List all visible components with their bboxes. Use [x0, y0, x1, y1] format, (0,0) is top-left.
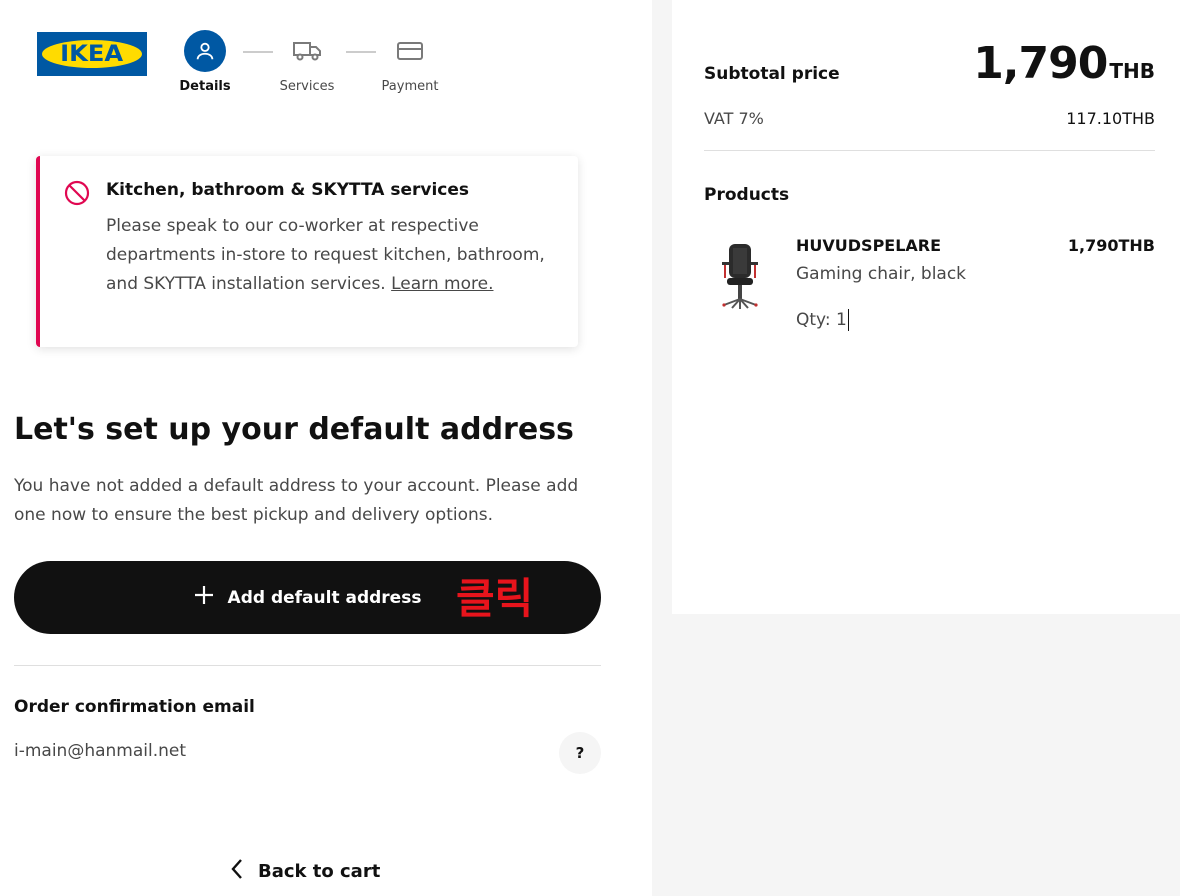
help-button[interactable]: ? [559, 732, 601, 774]
plus-icon [194, 585, 214, 610]
click-annotation: 클릭 [456, 574, 534, 623]
person-icon [184, 30, 226, 72]
add-address-label: Add default address [227, 587, 422, 608]
products-label: Products [704, 185, 790, 205]
vat-label: VAT 7% [704, 109, 764, 128]
step-details[interactable]: Details [165, 30, 245, 94]
subtotal-value: 1,790 [973, 38, 1108, 89]
notice-title: Kitchen, bathroom & SKYTTA services [106, 180, 470, 200]
ikea-logo[interactable]: IKEA [37, 32, 147, 76]
step-label-payment: Payment [381, 79, 439, 94]
product-name: HUVUDSPELARE [796, 236, 942, 255]
checkout-main-panel [0, 0, 652, 896]
product-description: Gaming chair, black [796, 264, 967, 284]
email-value: i-main@hanmail.net [14, 741, 187, 761]
learn-more-link[interactable]: Learn more. [391, 274, 493, 294]
step-label-details: Details [179, 79, 231, 94]
back-label: Back to cart [258, 861, 381, 882]
step-services[interactable]: Services [267, 30, 347, 94]
page-title: Let's set up your default address [14, 412, 574, 447]
text-caret [847, 309, 849, 331]
email-label: Order confirmation email [14, 697, 255, 717]
services-notice: Kitchen, bathroom & SKYTTA services Plea… [36, 156, 578, 347]
notice-body: Please speak to our co-worker at respect… [106, 212, 556, 299]
step-label-services: Services [279, 79, 335, 94]
logo-oval: IKEA [42, 40, 142, 68]
product-price: 1,790THB [1067, 236, 1155, 255]
product-image [712, 240, 768, 312]
credit-card-icon [389, 30, 431, 72]
summary-divider [704, 150, 1155, 151]
product-quantity: Qty: 1 [796, 309, 849, 331]
subtotal-currency: THB [1109, 59, 1155, 83]
qty-value: 1 [836, 310, 847, 330]
ban-icon [64, 180, 90, 210]
subtotal-price: 1,790 THB [973, 38, 1155, 89]
subtotal-label: Subtotal price [704, 64, 840, 84]
address-description: You have not added a default address to … [14, 476, 579, 525]
section-divider [14, 665, 601, 666]
logo-text: IKEA [60, 41, 124, 67]
step-payment[interactable]: Payment [370, 30, 450, 94]
qty-label: Qty: [796, 310, 831, 330]
truck-icon [286, 30, 328, 72]
vat-value: 117.10THB [1066, 109, 1155, 128]
chevron-left-icon [230, 858, 244, 885]
back-to-cart-link[interactable]: Back to cart [230, 858, 380, 885]
